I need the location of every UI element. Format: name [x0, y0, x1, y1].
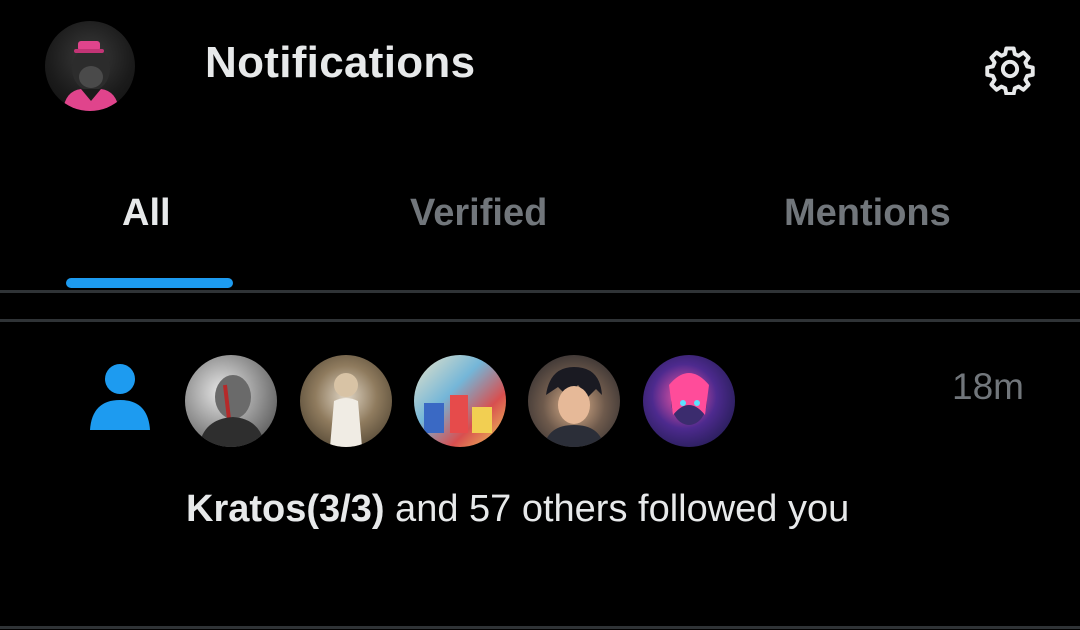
follower-avatar[interactable]: [300, 355, 392, 447]
tab-verified-label: Verified: [410, 192, 548, 234]
active-tab-indicator: [66, 278, 233, 288]
follow-notification[interactable]: 18m Kratos(3/3) and 57 others followed y…: [0, 324, 1080, 624]
follower-avatar[interactable]: [185, 355, 277, 447]
notification-divider: [0, 626, 1080, 629]
settings-button[interactable]: [984, 43, 1036, 96]
gear-icon: [985, 46, 1035, 96]
tab-all[interactable]: All: [0, 160, 300, 292]
follower-avatar[interactable]: [414, 355, 506, 447]
page-title: Notifications: [205, 38, 476, 87]
notification-text: Kratos(3/3) and 57 others followed you: [186, 480, 886, 538]
top-bar: Notifications: [0, 0, 1080, 130]
person-icon: [88, 362, 152, 432]
follower-avatar[interactable]: [643, 355, 735, 447]
notification-message: and 57 others followed you: [384, 488, 850, 530]
tab-mentions[interactable]: Mentions: [680, 160, 1080, 292]
notification-tabs: All Verified Mentions: [0, 160, 1080, 292]
ape-avatar-icon: [63, 41, 119, 111]
tab-all-label: All: [122, 192, 171, 234]
tabs-divider: [0, 290, 1080, 293]
list-divider: [0, 319, 1080, 322]
follower-avatar[interactable]: [528, 355, 620, 447]
notification-timestamp: 18m: [952, 366, 1024, 407]
tab-mentions-label: Mentions: [784, 192, 951, 234]
profile-avatar[interactable]: [45, 21, 135, 111]
tab-verified[interactable]: Verified: [300, 160, 680, 292]
actor-name[interactable]: Kratos(3/3): [186, 488, 385, 530]
